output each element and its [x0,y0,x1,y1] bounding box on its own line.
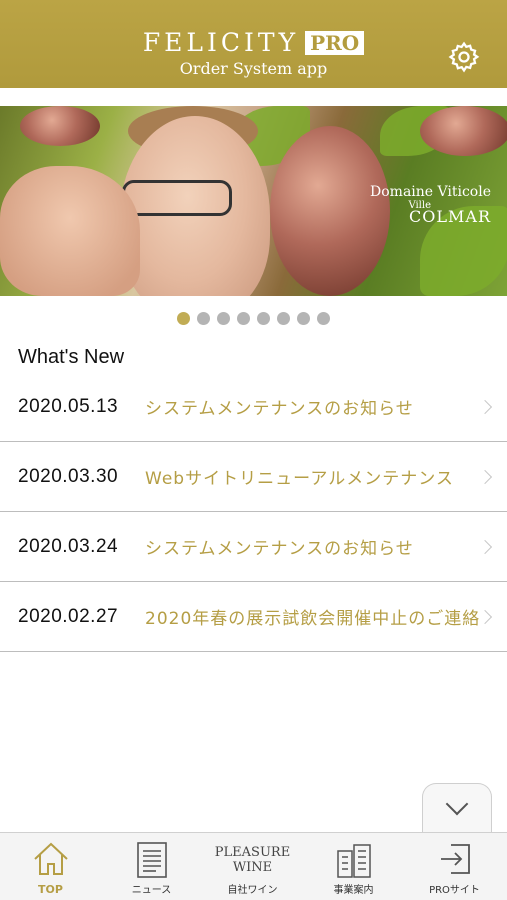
document-icon [136,842,167,878]
tab-label: 事業案内 [333,885,374,896]
section-title: What's New [18,346,125,368]
chevron-right-icon [477,469,493,484]
news-title: システムメンテナンスのお知らせ [145,539,414,559]
bottom-tab-bar: TOP ニュース PLEASURE WINE 自社ワイン 事業案内 PROサイト [0,832,507,900]
news-row[interactable]: 2020.03.24 システムメンテナンスのお知らせ [0,512,507,582]
tab-label: 自社ワイン [227,885,278,896]
carousel-pagination [0,312,507,325]
news-row[interactable]: 2020.03.30 Webサイトリニューアルメンテナンス [0,442,507,512]
news-date: 2020.05.13 [18,395,119,417]
tab-label: PROサイト [429,885,480,896]
hero-banner[interactable]: Domaine Viticole Ville COLMAR [0,106,507,296]
collapse-toggle[interactable] [422,783,492,833]
person-glasses [122,180,232,216]
chevron-right-icon [477,399,493,414]
news-list: 2020.05.13 システムメンテナンスのお知らせ 2020.03.30 Webサイ… [0,372,507,652]
grape-cluster [420,106,507,156]
carousel-dot[interactable] [177,312,190,325]
pleasure-wine-logo: PLEASURE WINE [215,845,290,875]
app-subtitle: Order System app [179,59,328,78]
carousel-dot[interactable] [277,312,290,325]
banner-logo-line1: Domaine Viticole [370,184,491,200]
logo-line2: WINE [232,860,273,875]
news-title: システムメンテナンスのお知らせ [145,399,414,419]
carousel-dot[interactable] [197,312,210,325]
login-icon [440,844,470,874]
carousel-dot[interactable] [217,312,230,325]
news-date: 2020.03.30 [18,465,119,487]
tab-label: TOP [38,883,63,896]
news-title: Webサイトリニューアルメンテナンス [145,469,454,489]
app-header: FELICITY PRO Order System app [0,0,507,88]
tab-news[interactable]: ニュース [101,833,202,900]
news-date: 2020.03.24 [18,535,119,557]
news-row[interactable]: 2020.05.13 システムメンテナンスのお知らせ [0,372,507,442]
building-icon [336,844,371,878]
gear-icon[interactable] [447,40,481,74]
news-title: 2020年春の展示試飲会開催中止のご連絡 [145,609,481,629]
carousel-dot[interactable] [237,312,250,325]
carousel-dot[interactable] [317,312,330,325]
news-date: 2020.02.27 [18,605,119,627]
tab-top[interactable]: TOP [0,833,101,900]
banner-logo-line3: COLMAR [409,207,491,226]
brand-pro-badge: PRO [305,30,365,55]
person-hand [0,166,140,296]
news-row[interactable]: 2020.02.27 2020年春の展示試飲会開催中止のご連絡 [0,582,507,652]
chevron-down-icon [445,792,469,816]
chevron-right-icon [477,539,493,554]
tab-own-wine[interactable]: PLEASURE WINE 自社ワイン [202,833,303,900]
banner-winery-logo: Domaine Viticole Ville COLMAR [370,184,491,226]
tab-label: ニュース [131,885,172,896]
carousel-dot[interactable] [297,312,310,325]
logo-line1: PLEASURE [214,845,291,860]
app-logo: FELICITY PRO Order System app [0,28,507,78]
tab-pro-site[interactable]: PROサイト [404,833,505,900]
carousel-dot[interactable] [257,312,270,325]
grape-cluster [20,106,100,146]
brand-name: FELICITY [142,28,300,57]
home-icon [33,842,68,875]
tab-business[interactable]: 事業案内 [303,833,404,900]
